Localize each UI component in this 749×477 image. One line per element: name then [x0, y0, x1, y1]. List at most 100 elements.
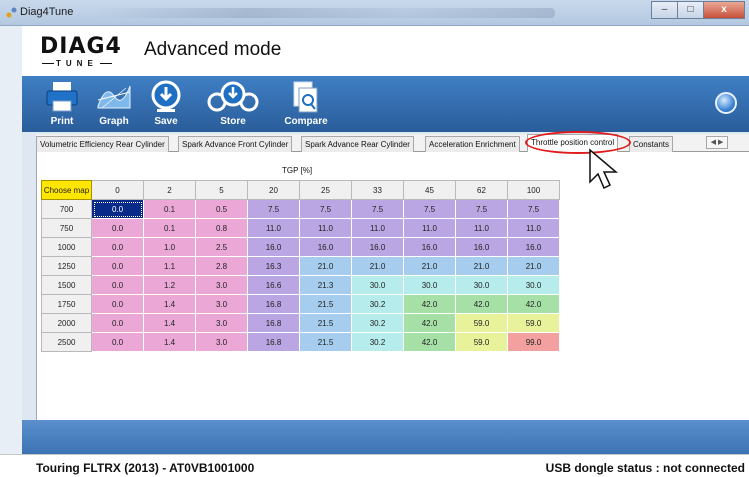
map-cell[interactable]: 0.0	[91, 237, 144, 257]
map-cell[interactable]: 7.5	[507, 199, 560, 219]
map-cell[interactable]: 21.0	[403, 256, 456, 276]
tab-spark-advance-rear[interactable]: Spark Advance Rear Cylinder	[301, 136, 414, 152]
store-button[interactable]: Store	[198, 78, 268, 130]
map-cell[interactable]: 16.0	[455, 237, 508, 257]
map-cell[interactable]: 11.0	[247, 218, 300, 238]
tab-constants[interactable]: Constants	[629, 136, 674, 152]
map-cell[interactable]: 21.5	[299, 332, 352, 352]
map-cell[interactable]: 11.0	[403, 218, 456, 238]
map-cell[interactable]: 16.0	[403, 237, 456, 257]
tab-spark-advance-front[interactable]: Spark Advance Front Cylinder	[178, 136, 293, 152]
page-title: Advanced mode	[144, 39, 282, 60]
table-row: 700 0.0 0.1 0.5 7.5 7.5 7.5 7.5 7.5 7.5	[41, 199, 560, 219]
map-cell[interactable]: 21.3	[299, 275, 352, 295]
map-cell[interactable]: 59.0	[455, 313, 508, 333]
map-cell[interactable]: 0.0	[91, 332, 144, 352]
map-cell[interactable]: 16.0	[247, 237, 300, 257]
bottom-bar	[22, 420, 749, 454]
map-cell[interactable]: 30.0	[507, 275, 560, 295]
map-cell[interactable]: 16.8	[247, 294, 300, 314]
map-cell[interactable]: 0.0	[91, 199, 144, 219]
map-cell[interactable]: 1.1	[143, 256, 196, 276]
map-cell[interactable]: 7.5	[247, 199, 300, 219]
map-cell[interactable]: 0.0	[91, 294, 144, 314]
map-cell[interactable]: 11.0	[351, 218, 404, 238]
map-cell[interactable]: 7.5	[455, 199, 508, 219]
map-cell[interactable]: 1.4	[143, 294, 196, 314]
map-cell[interactable]: 11.0	[455, 218, 508, 238]
map-cell[interactable]: 21.5	[299, 294, 352, 314]
map-cell[interactable]: 21.0	[455, 256, 508, 276]
map-cell[interactable]: 16.6	[247, 275, 300, 295]
map-cell[interactable]: 42.0	[403, 313, 456, 333]
map-cell[interactable]: 3.0	[195, 313, 248, 333]
column-header-0: 0	[91, 180, 144, 200]
map-cell[interactable]: 30.0	[403, 275, 456, 295]
map-cell[interactable]: 59.0	[455, 332, 508, 352]
graph-icon	[97, 85, 131, 109]
map-cell[interactable]: 59.0	[507, 313, 560, 333]
map-cell[interactable]: 99.0	[507, 332, 560, 352]
choose-map-button[interactable]: Choose map	[41, 180, 92, 200]
map-cell[interactable]: 0.0	[91, 313, 144, 333]
table-row: 1250 0.0 1.1 2.8 16.3 21.0 21.0 21.0 21.0 21.0	[41, 256, 560, 276]
map-cell[interactable]: 16.8	[247, 313, 300, 333]
map-cell[interactable]: 16.3	[247, 256, 300, 276]
close-button[interactable]: x	[703, 1, 745, 19]
map-cell[interactable]: 0.0	[91, 218, 144, 238]
tab-volumetric-efficiency-rear[interactable]: Volumetric Efficiency Rear Cylinder	[36, 136, 169, 152]
map-cell[interactable]: 42.0	[403, 294, 456, 314]
map-cell[interactable]: 3.0	[195, 275, 248, 295]
map-cell[interactable]: 42.0	[403, 332, 456, 352]
print-button[interactable]: Print	[36, 78, 88, 130]
minimize-button[interactable]: –	[651, 1, 677, 19]
map-cell[interactable]: 21.0	[351, 256, 404, 276]
map-cell[interactable]: 7.5	[403, 199, 456, 219]
map-cell[interactable]: 21.0	[507, 256, 560, 276]
map-cell[interactable]: 0.0	[91, 256, 144, 276]
map-cell[interactable]: 7.5	[299, 199, 352, 219]
map-cell[interactable]: 0.5	[195, 199, 248, 219]
toolbar: Print Graph Save Store Compare	[22, 76, 749, 132]
map-cell[interactable]: 16.0	[299, 237, 352, 257]
maximize-button[interactable]: □	[677, 1, 703, 19]
map-cell[interactable]: 1.2	[143, 275, 196, 295]
map-cell[interactable]: 16.8	[247, 332, 300, 352]
map-cell[interactable]: 7.5	[351, 199, 404, 219]
map-cell[interactable]: 3.0	[195, 332, 248, 352]
row-header-700: 700	[41, 199, 92, 219]
map-cell[interactable]: 16.0	[351, 237, 404, 257]
map-cell[interactable]: 42.0	[455, 294, 508, 314]
map-cell[interactable]: 30.2	[351, 332, 404, 352]
map-cell[interactable]: 0.1	[143, 199, 196, 219]
map-cell[interactable]: 1.4	[143, 332, 196, 352]
map-cell[interactable]: 11.0	[299, 218, 352, 238]
map-cell[interactable]: 2.5	[195, 237, 248, 257]
map-cell[interactable]: 21.5	[299, 313, 352, 333]
map-cell[interactable]: 21.0	[299, 256, 352, 276]
map-cell[interactable]: 1.0	[143, 237, 196, 257]
map-cell[interactable]: 42.0	[507, 294, 560, 314]
map-cell[interactable]: 11.0	[507, 218, 560, 238]
map-cell[interactable]: 0.1	[143, 218, 196, 238]
row-header-1500: 1500	[41, 275, 92, 295]
tab-scroll-arrows[interactable]: ◀ ▶	[706, 136, 728, 149]
save-button[interactable]: Save	[140, 78, 192, 130]
map-cell[interactable]: 1.4	[143, 313, 196, 333]
map-cell[interactable]: 16.0	[507, 237, 560, 257]
globe-icon[interactable]	[715, 92, 737, 114]
map-cell[interactable]: 30.2	[351, 294, 404, 314]
map-cell[interactable]: 30.2	[351, 313, 404, 333]
compare-icon	[293, 81, 318, 113]
column-header-45: 45	[403, 180, 456, 200]
window-titlebar: Diag4Tune – □ x	[0, 0, 749, 26]
tab-acceleration-enrichment[interactable]: Acceleration Enrichment	[425, 136, 520, 152]
map-cell[interactable]: 0.0	[91, 275, 144, 295]
map-cell[interactable]: 30.0	[351, 275, 404, 295]
map-cell[interactable]: 0.8	[195, 218, 248, 238]
graph-button[interactable]: Graph	[88, 78, 140, 130]
map-cell[interactable]: 2.8	[195, 256, 248, 276]
map-cell[interactable]: 3.0	[195, 294, 248, 314]
map-cell[interactable]: 30.0	[455, 275, 508, 295]
compare-button[interactable]: Compare	[278, 78, 334, 130]
